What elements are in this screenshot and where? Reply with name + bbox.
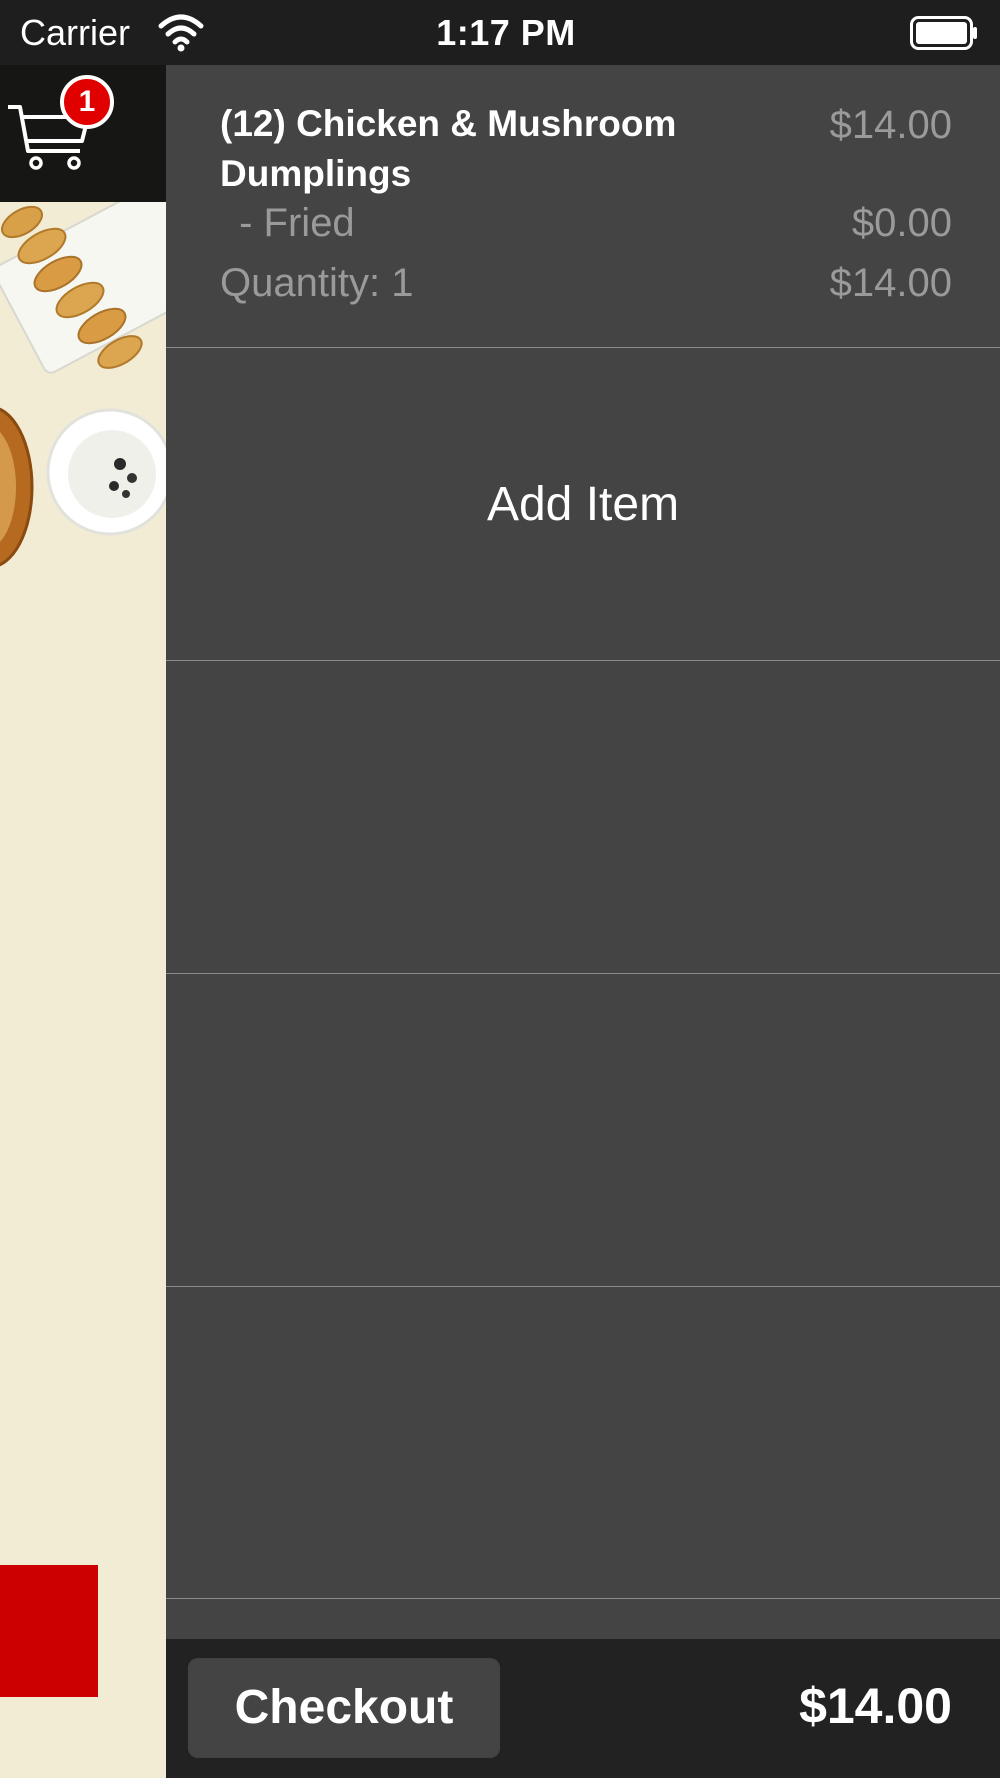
clock: 1:17 PM — [436, 12, 576, 53]
empty-row — [166, 975, 1000, 1287]
status-bar: Carrier 1:17 PM — [0, 0, 1000, 65]
item-line-total: $14.00 — [829, 261, 952, 305]
item-option: - Fried — [228, 201, 355, 245]
cart-item-row[interactable]: (12) Chicken & Mushroom Dumplings $14.00… — [166, 65, 1000, 348]
order-total: $14.00 — [799, 1678, 952, 1734]
empty-row — [166, 662, 1000, 974]
cart-panel: (12) Chicken & Mushroom Dumplings $14.00… — [166, 65, 1000, 1639]
checkout-button[interactable]: Checkout — [188, 1658, 500, 1758]
menu-header: 1 — [0, 65, 166, 202]
add-item-button[interactable]: Add Item — [166, 349, 1000, 661]
empty-row — [166, 1287, 1000, 1599]
dumplings-photo — [0, 202, 166, 662]
item-name: (12) Chicken & Mushroom Dumplings — [220, 103, 677, 194]
red-banner — [0, 1565, 98, 1697]
item-quantity: Quantity: 1 — [220, 261, 414, 305]
checkout-bar: Checkout $14.00 — [166, 1639, 1000, 1778]
item-price: $14.00 — [829, 103, 952, 147]
battery-icon — [910, 16, 977, 50]
item-option-price: $0.00 — [851, 201, 952, 245]
add-item-label: Add Item — [486, 478, 680, 531]
cart-badge: 1 — [60, 75, 114, 129]
background-menu-page: 1 — [0, 65, 166, 1778]
